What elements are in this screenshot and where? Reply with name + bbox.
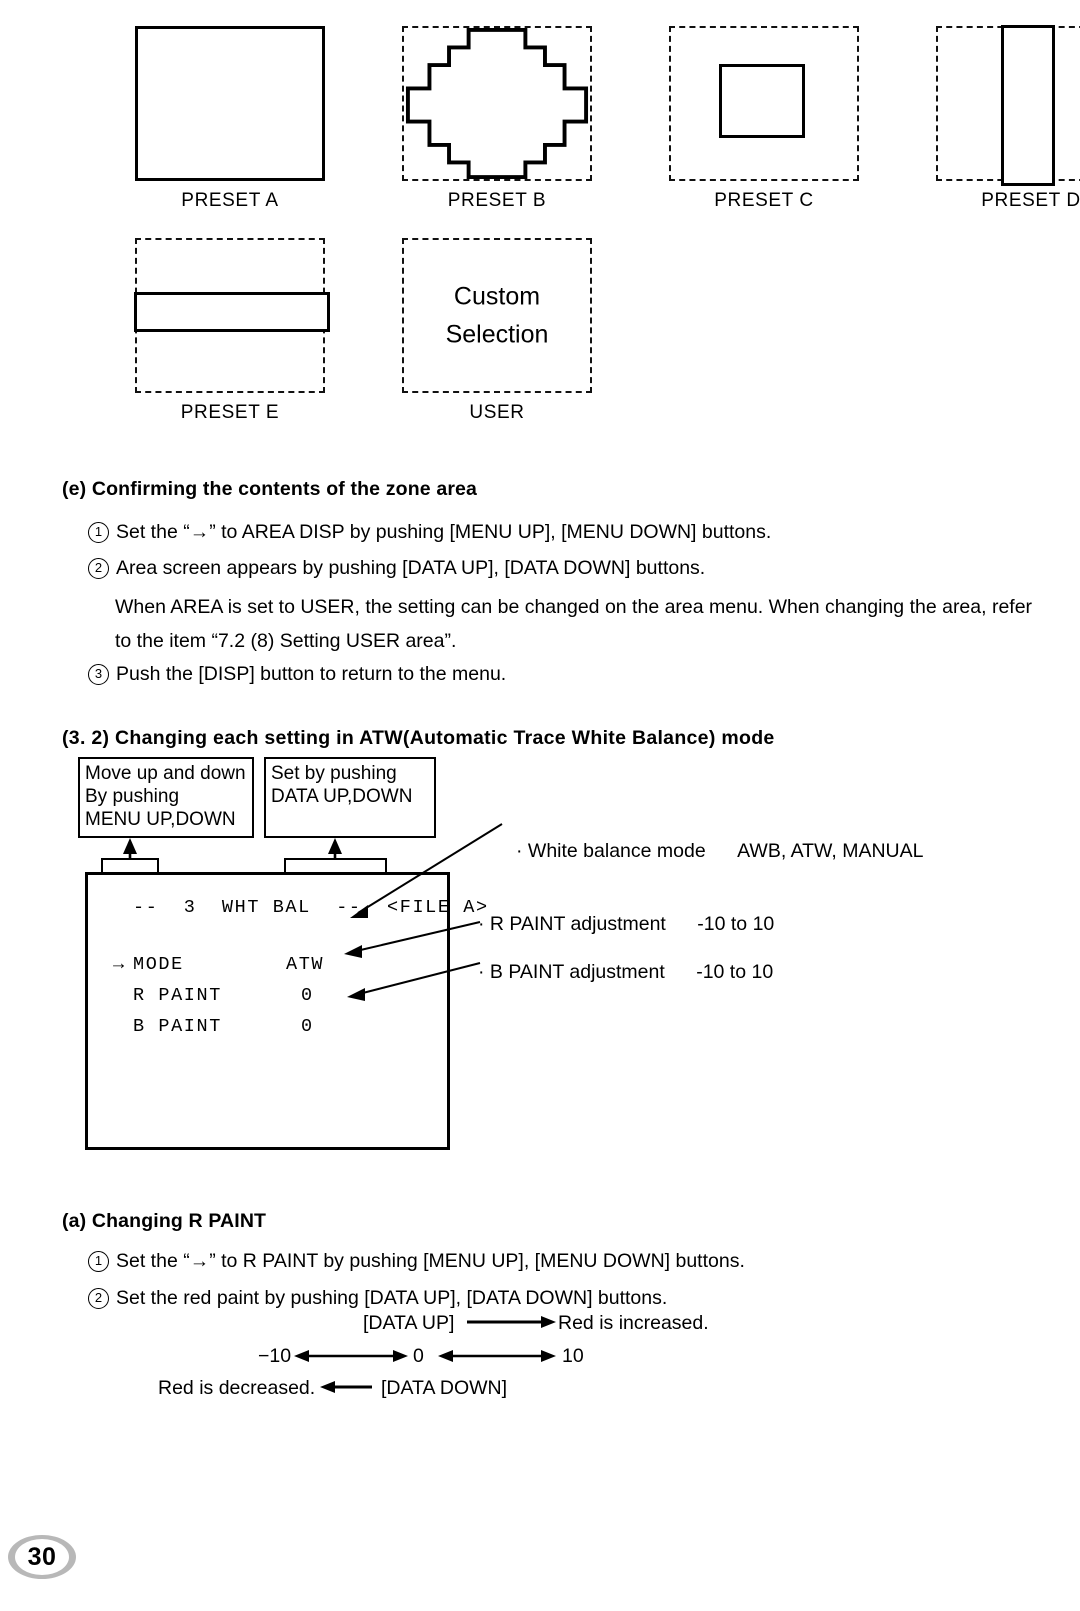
callout-menu-updown: Move up and down By pushing MENU UP,DOWN [78,757,254,838]
preset-cell-e: PRESET E [134,238,330,424]
preset-thumbnail-e [134,238,330,393]
section-a-item-2: 2 Set the red paint by pushing [DATA UP],… [88,1287,667,1311]
preset-label-e: PRESET E [180,402,280,423]
preset-cell-user: Custom Selection USER [402,238,592,424]
menu-row-mode-cursor: → [113,954,126,975]
scale-right-value: 10 [562,1345,584,1367]
preset-thumbnail-c [669,26,859,181]
annotation-bullet-2: · [478,913,485,935]
annotation-bullet-1: · [516,840,523,862]
section-e-item-1-text: Set the “→” to AREA DISP by pushing [MEN… [116,521,772,543]
preset-thumbnail-a [135,26,325,181]
section-e-heading: (e) Confirming the contents of the zone … [62,478,478,500]
menu-row-rpaint-value: 0 [301,985,314,1006]
annotation-b-paint-adjustment: · B PAINT adjustment -10 to 10 [478,961,773,984]
section-a-item-1-text: Set the “→” to R PAINT by pushing [MENU … [116,1250,745,1272]
preset-label-user: USER [469,402,525,423]
preset-cell-b: PRESET B [402,26,592,212]
annotation-white-balance-mode: · White balance mode AWB, ATW, MANUAL [516,840,923,863]
list-number-2: 2 [88,558,109,579]
preset-thumbnail-b [402,26,592,181]
annotation-label-1: White balance mode [527,840,706,862]
list-number-a2: 2 [88,1288,109,1309]
preset-row-1: PRESET A PRESET B PRESET C PRESET D [135,25,1080,212]
section-e-item-2: 2 Area screen appears by pushing [DATA UP… [88,557,705,581]
vertical-bar-shape [1001,25,1055,186]
callout-menu-line1: Move up and down [85,763,246,784]
tab-connector-left [101,858,159,873]
menu-row-mode-name: MODE [133,954,184,975]
section-e-item-2-text: Area screen appears by pushing [DATA UP]… [116,557,706,579]
preset-label-d: PRESET D [981,190,1080,211]
preset-label-b: PRESET B [447,190,547,211]
scale-left-value: −10 [258,1345,292,1367]
annotation-value-3: -10 to 10 [696,961,774,983]
scale-data-up-label: [DATA UP] [363,1312,455,1334]
menu-screen-wht-bal: -- 3 WHT BAL -- <FILE A> → MODE ATW R PA… [85,872,487,1150]
callout-data-line2: DATA UP,DOWN [271,786,413,808]
annotation-bullet-3: · [478,961,485,983]
scale-red-decreased-label: Red is decreased. [158,1377,316,1399]
section-e-item-1: 1 Set the “→” to AREA DISP by pushing [ME… [88,521,771,545]
annotation-value-1: AWB, ATW, MANUAL [737,840,924,862]
preset-label-c: PRESET C [714,190,814,211]
annotation-r-paint-adjustment: · R PAINT adjustment -10 to 10 [478,913,774,936]
section-a-heading: (a) Changing R PAINT [62,1210,267,1232]
user-custom-text: Custom Selection [404,277,590,355]
user-custom-line1: Custom [453,281,541,310]
annotation-label-2: R PAINT adjustment [489,913,666,935]
center-rect-shape [719,64,805,138]
annotation-label-3: B PAINT adjustment [489,961,665,983]
callout-menu-line3: MENU UP,DOWN [85,809,236,831]
menu-row-bpaint-value: 0 [301,1016,314,1037]
page-number-text: 30 [27,1542,57,1571]
section-a-item-2-text: Set the red paint by pushing [DATA UP], … [116,1287,668,1309]
menu-row-mode-value: ATW [286,954,325,975]
section-e-note-line-1: When AREA is set to USER, the setting ca… [115,596,1033,618]
scale-center-value: 0 [413,1345,424,1367]
preset-row-2: PRESET E Custom Selection USER [134,238,592,424]
list-number-1: 1 [88,522,109,543]
callout-menu-line2: By pushing [85,786,180,808]
menu-row-bpaint-name: B PAINT [133,1016,222,1037]
preset-cell-a: PRESET A [135,26,325,212]
menu-screen-title: -- 3 WHT BAL -- <FILE A> [133,897,489,918]
preset-cell-d: PRESET D [936,25,1080,212]
preset-label-a: PRESET A [181,190,279,211]
list-number-3: 3 [88,664,109,685]
scale-red-increased-label: Red is increased. [558,1312,709,1334]
section-e-note-line-2: to the item “7.2 (8) Setting USER area”. [115,630,457,652]
section-a-item-1: 1 Set the “→” to R PAINT by pushing [MENU… [88,1250,745,1274]
stepped-octagon-shape [405,28,589,179]
tab-connector-right [284,858,387,873]
menu-row-rpaint-name: R PAINT [133,985,222,1006]
annotation-value-2: -10 to 10 [697,913,775,935]
user-custom-line2: Selection [445,320,549,349]
preset-cell-c: PRESET C [669,26,859,212]
callout-data-updown: Set by pushing DATA UP,DOWN [264,757,436,838]
section-e-item-3: 3 Push the [DISP] button to return to the… [88,663,506,687]
callout-data-line1: Set by pushing [271,763,397,784]
scale-data-down-label: [DATA DOWN] [381,1377,508,1399]
manual-page: PRESET A PRESET B PRESET C PRESET D PRES… [0,0,1080,1611]
page-number-badge: 30 [8,1535,76,1579]
horizontal-band-shape [134,292,330,332]
section-e-item-3-text: Push the [DISP] button to return to the … [116,663,507,685]
preset-thumbnail-user: Custom Selection [402,238,592,393]
list-number-a1: 1 [88,1251,109,1272]
section-32-heading: (3. 2) Changing each setting in ATW(Auto… [62,727,775,749]
preset-thumbnail-d [936,25,1080,186]
